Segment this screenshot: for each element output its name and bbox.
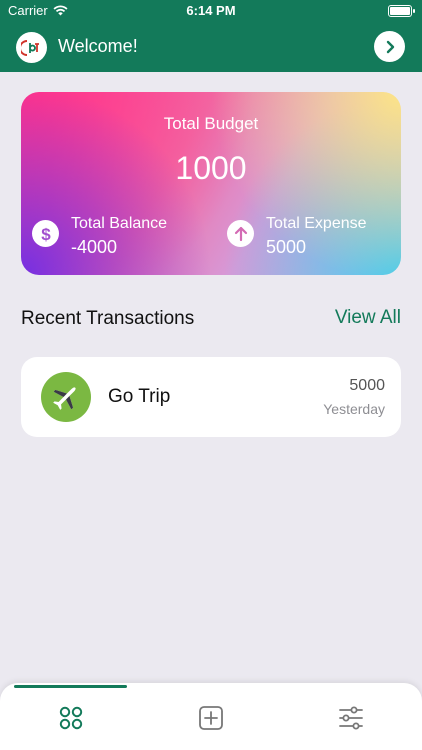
dollar-icon: $ [32, 220, 59, 247]
tab-dashboard[interactable] [56, 703, 86, 733]
app-logo [16, 32, 47, 63]
status-bar: Carrier 6:14 PM [0, 0, 422, 22]
budget-title: Total Budget [163, 114, 259, 133]
airplane-icon [41, 372, 91, 422]
active-tab-indicator [14, 685, 127, 688]
recent-transactions-title: Recent Transactions [21, 308, 195, 329]
budget-card: Total Budget 1000 $ Total Balance -4000 … [21, 92, 401, 275]
total-balance: $ Total Balance -4000 [32, 214, 167, 258]
budget-amount: 1000 [175, 150, 247, 186]
expense-label: Total Expense [266, 215, 367, 232]
logo-icon [20, 39, 39, 56]
transaction-date: Yesterday [323, 401, 385, 417]
svg-text:$: $ [41, 225, 51, 243]
balance-label: Total Balance [71, 215, 168, 232]
list-item[interactable]: Go Trip 5000 Yesterday [21, 357, 401, 437]
chevron-right-icon [386, 40, 394, 53]
dashboard-icon [59, 706, 83, 730]
arrow-up-icon [227, 220, 254, 247]
add-icon [199, 706, 223, 730]
tab-bar [0, 683, 422, 750]
forward-button[interactable] [374, 31, 405, 62]
view-all-link[interactable]: View All [335, 307, 401, 329]
transaction-amount: 5000 [349, 377, 385, 394]
transaction-name: Go Trip [108, 386, 171, 407]
battery-icon [388, 5, 415, 17]
expense-value: 5000 [266, 237, 307, 257]
welcome-title: Welcome! [58, 36, 138, 56]
tab-settings[interactable] [336, 703, 366, 733]
sliders-icon [339, 706, 363, 730]
total-expense: Total Expense 5000 [227, 214, 367, 258]
app-header: Carrier 6:14 PM Welcome! [0, 0, 422, 72]
tab-add[interactable] [196, 703, 226, 733]
status-time: 6:14 PM [186, 3, 236, 18]
balance-value: -4000 [71, 237, 118, 257]
